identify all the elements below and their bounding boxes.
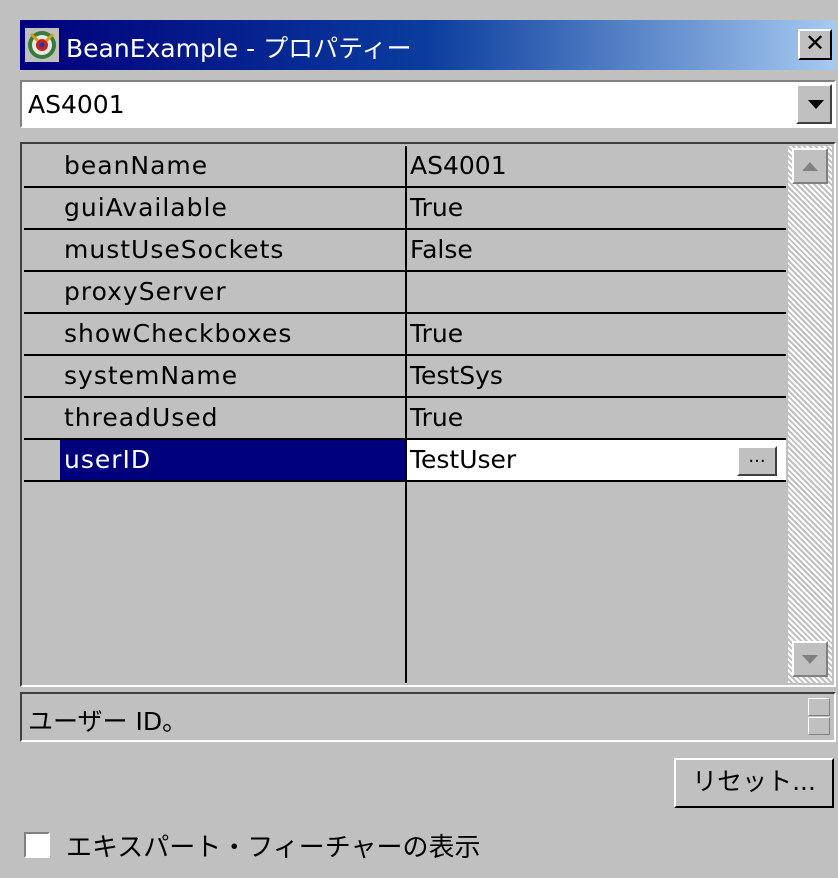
reset-button[interactable]: リセット...: [674, 758, 834, 808]
property-name: proxyServer: [64, 277, 227, 306]
vertical-scrollbar[interactable]: [788, 146, 832, 683]
property-name: guiAvailable: [64, 193, 228, 222]
ellipsis-icon: ...: [748, 446, 766, 467]
property-value[interactable]: TestSys: [410, 361, 503, 390]
property-name: systemName: [64, 361, 239, 390]
close-button[interactable]: ✕: [798, 29, 832, 60]
property-name: beanName: [64, 151, 209, 180]
description-text: ユーザー ID。: [28, 707, 188, 736]
property-value[interactable]: True: [410, 319, 463, 348]
expert-features-checkbox[interactable]: [24, 832, 50, 858]
property-value-editor[interactable]: TestUser: [410, 445, 516, 474]
property-value[interactable]: True: [410, 193, 463, 222]
property-name: mustUseSockets: [64, 235, 285, 264]
column-divider[interactable]: [405, 146, 407, 683]
property-name: threadUsed: [64, 403, 219, 432]
property-value[interactable]: True: [410, 403, 463, 432]
bean-app-icon: [25, 28, 59, 62]
title-bar[interactable]: BeanExample - プロパティー ✕: [20, 20, 836, 70]
property-sheet-window: BeanExample - プロパティー ✕ AS4001 beanName A…: [0, 0, 838, 878]
property-value[interactable]: False: [410, 235, 473, 264]
property-name: showCheckboxes: [64, 319, 293, 348]
scroll-down-icon: [802, 655, 818, 664]
dropdown-arrow-icon: [808, 100, 824, 109]
spin-down-button[interactable]: [808, 717, 830, 735]
spinner-icon[interactable]: [808, 698, 830, 736]
property-rows: beanName AS4001 guiAvailable True mustUs…: [24, 146, 786, 683]
expert-features-label[interactable]: エキスパート・フィーチャーの表示: [66, 827, 480, 864]
property-description: ユーザー ID。: [20, 692, 836, 742]
spin-up-button[interactable]: [808, 698, 830, 716]
close-icon: ✕: [804, 29, 826, 57]
custom-editor-button[interactable]: ...: [737, 446, 777, 476]
property-name: userID: [64, 445, 152, 474]
property-grid: beanName AS4001 guiAvailable True mustUs…: [20, 142, 836, 687]
window-title: BeanExample - プロパティー: [66, 34, 412, 63]
property-value[interactable]: AS4001: [410, 151, 507, 180]
bean-selector-combobox[interactable]: AS4001: [20, 80, 836, 128]
scroll-up-icon: [802, 162, 818, 171]
scroll-up-button[interactable]: [792, 148, 828, 184]
combobox-value: AS4001: [28, 90, 125, 119]
expert-features-option[interactable]: エキスパート・フィーチャーの表示: [20, 822, 720, 864]
scroll-down-button[interactable]: [792, 641, 828, 677]
combobox-dropdown-button[interactable]: [796, 84, 832, 124]
